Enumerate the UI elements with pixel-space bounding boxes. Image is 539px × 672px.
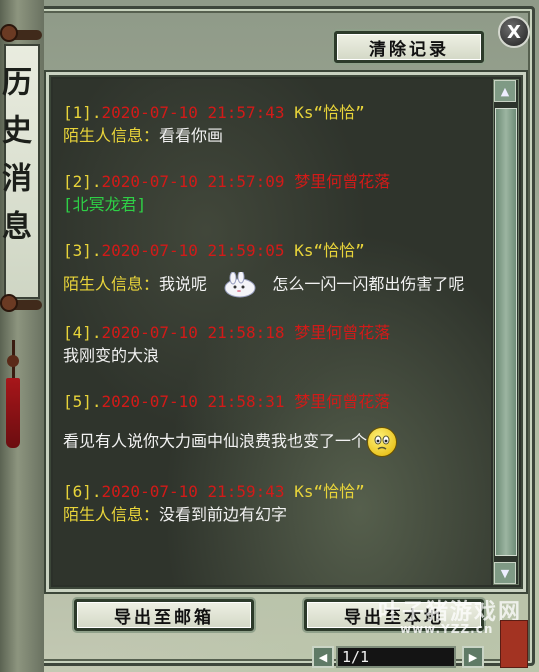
message-label: 陌生人信息： [63,505,160,524]
scroll-down-icon[interactable]: ▼ [494,562,516,584]
message-text: 没看到前边有幻字 [159,505,288,524]
banner-knob-bottom [0,294,18,312]
banner-knob-top [0,24,18,42]
first-page-icon[interactable]: ◀ [312,646,334,668]
message-text: 我刚变的大浪 [63,346,160,365]
export-to-mail-label: 导出至邮箱 [114,607,214,628]
message-history-viewport[interactable]: [1].2020-07-10 21:57:43 Ks“恰恰” 陌生人信息：看看你… [53,79,491,585]
message-item: [4].2020-07-10 21:58:18 梦里何曾花落 我刚变的大浪 [63,321,483,367]
banner-title: 历史消息 [0,66,31,258]
page-indicator: 1/1 [336,646,456,668]
sad-face-emoji-icon [367,427,398,457]
message-item: [6].2020-07-10 21:59:43 Ks“恰恰” 陌生人信息：没看到… [63,480,483,526]
message-time: 2020-07-10 21:59:43 [101,482,285,501]
message-item: [3].2020-07-10 21:59:05 Ks“恰恰” 陌生人信息：我说呢 [63,239,483,298]
message-item: [1].2020-07-10 21:57:43 Ks“恰恰” 陌生人信息：看看你… [63,101,483,147]
message-time: 2020-07-10 21:58:31 [101,392,285,411]
close-icon: X [507,21,521,43]
message-sender[interactable]: Ks“恰恰” [294,241,365,260]
export-to-mail-button[interactable]: 导出至邮箱 [74,599,254,631]
message-text: 我说呢 [159,274,208,294]
message-sender[interactable]: 梦里何曾花落 [294,323,390,342]
clear-records-button[interactable]: 清除记录 [334,31,484,63]
message-index: [2]. [63,172,102,191]
side-banner: 历史消息 [0,0,44,672]
message-text: 看看你画 [159,126,224,145]
close-button[interactable]: X [498,16,530,48]
message-index: [4]. [63,323,102,342]
scrollbar-thumb[interactable] [495,108,517,556]
message-index: [1]. [63,103,102,122]
message-sender[interactable]: Ks“恰恰” [294,482,365,501]
message-index: [3]. [63,241,102,260]
message-time: 2020-07-10 21:57:09 [101,172,285,191]
message-label: 陌生人信息： [63,126,160,145]
message-text-continued: 怎么一闪一闪都出伤害了呢 [272,274,465,294]
message-index: [5]. [63,392,102,411]
clear-records-label: 清除记录 [369,39,449,60]
message-time: 2020-07-10 21:57:43 [101,103,285,122]
message-history-panel: [1].2020-07-10 21:57:43 Ks“恰恰” 陌生人信息：看看你… [46,72,526,592]
message-item-link[interactable]: [北冥龙君] [63,195,146,214]
message-list: [1].2020-07-10 21:57:43 Ks“恰恰” 陌生人信息：看看你… [63,101,483,549]
message-text: 看见有人说你大力画中仙浪费我也变了一个 [63,431,368,451]
scroll-up-icon[interactable]: ▲ [494,80,516,102]
message-sender[interactable]: Ks“恰恰” [294,103,365,122]
message-time: 2020-07-10 21:58:18 [101,323,285,342]
watermark-url: www.YZZ.cn [400,622,494,636]
seal-stamp [500,620,528,668]
message-index: [6]. [63,482,102,501]
message-sender[interactable]: 梦里何曾花落 [294,392,390,411]
message-sender[interactable]: 梦里何曾花落 [294,172,390,191]
message-item: [5].2020-07-10 21:58:31 梦里何曾花落 看见有人说你大力画… [63,390,483,457]
message-item: [2].2020-07-10 21:57:09 梦里何曾花落 [北冥龙君] [63,170,483,216]
message-time: 2020-07-10 21:59:05 [101,241,285,260]
bunny-emoji-icon [221,270,259,298]
last-page-icon[interactable]: ▶ [462,646,484,668]
banner-panel: 历史消息 [0,44,40,299]
tassel-bead [7,355,19,367]
vertical-scrollbar[interactable]: ▲ ▼ [493,79,519,585]
message-label: 陌生人信息： [63,274,160,294]
red-tassel [6,378,20,448]
